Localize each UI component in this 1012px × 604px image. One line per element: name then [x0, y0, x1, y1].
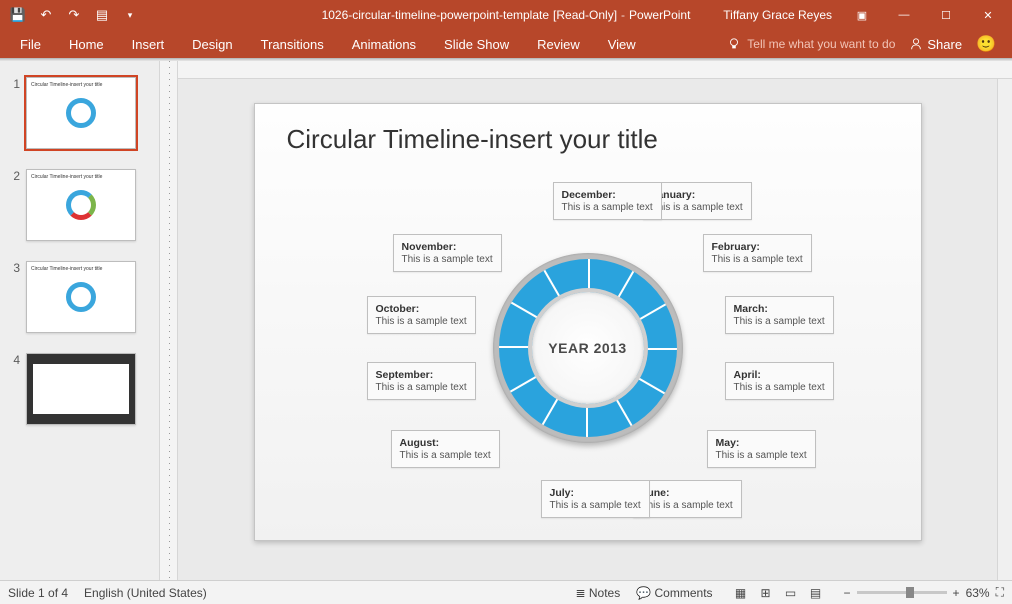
minimize-icon[interactable]: — — [884, 0, 924, 30]
window-title: 1026-circular-timeline-powerpoint-templa… — [322, 8, 691, 22]
document-name: 1026-circular-timeline-powerpoint-templa… — [322, 8, 549, 22]
quick-access-toolbar: 💾 ↶ ↷ ▤ ▾ — [0, 3, 142, 27]
slide-indicator[interactable]: Slide 1 of 4 — [8, 586, 68, 600]
normal-view-icon[interactable]: ▦ — [729, 584, 753, 602]
vertical-scrollbar[interactable] — [997, 79, 1012, 580]
canvas-wrap: Circular Timeline-insert your title YEAR… — [178, 61, 1012, 580]
thumbnail-2[interactable]: 2 Circular Timeline-insert your title — [0, 163, 159, 255]
slideshow-view-icon[interactable]: ▤ — [804, 584, 828, 602]
vertical-ruler — [160, 61, 178, 580]
callout-mar[interactable]: March:This is a sample text — [725, 296, 834, 334]
view-buttons: ▦ ⊞ ▭ ▤ — [729, 584, 828, 602]
redo-icon[interactable]: ↷ — [62, 3, 86, 27]
slide-sorter-icon[interactable]: ⊞ — [754, 584, 778, 602]
lightbulb-icon — [727, 37, 741, 51]
tell-me-placeholder: Tell me what you want to do — [747, 37, 895, 51]
status-bar: Slide 1 of 4 English (United States) ≣ N… — [0, 580, 1012, 604]
work-area: 1 Circular Timeline-insert your title 2 … — [0, 61, 1012, 580]
thumbnail-3[interactable]: 3 Circular Timeline-insert your title — [0, 255, 159, 347]
callout-may[interactable]: May:This is a sample text — [707, 430, 816, 468]
ring-center[interactable]: YEAR 2013 — [532, 292, 644, 404]
tab-design[interactable]: Design — [178, 33, 246, 56]
zoom-control[interactable]: − + 63% ⛶ — [844, 585, 1004, 600]
comments-button[interactable]: 💬 Comments — [636, 586, 712, 600]
feedback-icon[interactable]: 🙂 — [976, 34, 996, 54]
readonly-tag: [Read-Only] — [553, 8, 617, 22]
tab-slideshow[interactable]: Slide Show — [430, 33, 523, 56]
tab-review[interactable]: Review — [523, 33, 594, 56]
tab-view[interactable]: View — [594, 33, 650, 56]
thumbnail-1[interactable]: 1 Circular Timeline-insert your title — [0, 71, 159, 163]
callout-jul[interactable]: July:This is a sample text — [541, 480, 650, 518]
zoom-level[interactable]: 63% — [966, 586, 990, 600]
close-icon[interactable]: ✕ — [968, 0, 1008, 30]
horizontal-ruler — [178, 61, 1012, 79]
slide-editor[interactable]: Circular Timeline-insert your title YEAR… — [178, 79, 997, 580]
share-icon — [909, 37, 923, 51]
notes-button[interactable]: ≣ Notes — [575, 586, 620, 600]
app-name: PowerPoint — [629, 8, 690, 22]
tab-transitions[interactable]: Transitions — [247, 33, 338, 56]
qat-dropdown-icon[interactable]: ▾ — [118, 3, 142, 27]
zoom-out-icon[interactable]: − — [844, 586, 851, 600]
reading-view-icon[interactable]: ▭ — [779, 584, 803, 602]
callout-sep[interactable]: September:This is a sample text — [367, 362, 476, 400]
callout-dec[interactable]: December:This is a sample text — [553, 182, 662, 220]
tell-me-search[interactable]: Tell me what you want to do — [727, 37, 895, 51]
save-icon[interactable]: 💾 — [6, 3, 30, 27]
callout-feb[interactable]: February:This is a sample text — [703, 234, 812, 272]
callout-apr[interactable]: April:This is a sample text — [725, 362, 834, 400]
start-from-beginning-icon[interactable]: ▤ — [90, 3, 114, 27]
slide-thumbnail-panel[interactable]: 1 Circular Timeline-insert your title 2 … — [0, 61, 160, 580]
slide[interactable]: Circular Timeline-insert your title YEAR… — [254, 103, 922, 541]
callout-oct[interactable]: October:This is a sample text — [367, 296, 476, 334]
ribbon-tabs: File Home Insert Design Transitions Anim… — [0, 30, 1012, 58]
zoom-slider[interactable] — [857, 591, 947, 594]
signed-in-user[interactable]: Tiffany Grace Reyes — [723, 8, 832, 22]
ribbon-display-options-icon[interactable]: ▣ — [842, 0, 882, 30]
fit-to-window-icon[interactable]: ⛶ — [996, 585, 1004, 600]
zoom-in-icon[interactable]: + — [953, 586, 960, 600]
tab-animations[interactable]: Animations — [338, 33, 430, 56]
maximize-icon[interactable]: ☐ — [926, 0, 966, 30]
tab-insert[interactable]: Insert — [118, 33, 179, 56]
circular-timeline-ring[interactable]: YEAR 2013 — [493, 253, 683, 443]
share-button[interactable]: Share — [909, 37, 962, 52]
center-label: YEAR 2013 — [548, 340, 626, 356]
undo-icon[interactable]: ↶ — [34, 3, 58, 27]
callout-nov[interactable]: November:This is a sample text — [393, 234, 502, 272]
title-bar: 💾 ↶ ↷ ▤ ▾ 1026-circular-timeline-powerpo… — [0, 0, 1012, 30]
file-tab[interactable]: File — [6, 33, 55, 56]
language-indicator[interactable]: English (United States) — [84, 586, 207, 600]
thumbnail-4[interactable]: 4 — [0, 347, 159, 439]
slide-title[interactable]: Circular Timeline-insert your title — [287, 124, 658, 155]
tab-home[interactable]: Home — [55, 33, 118, 56]
callout-aug[interactable]: August:This is a sample text — [391, 430, 500, 468]
